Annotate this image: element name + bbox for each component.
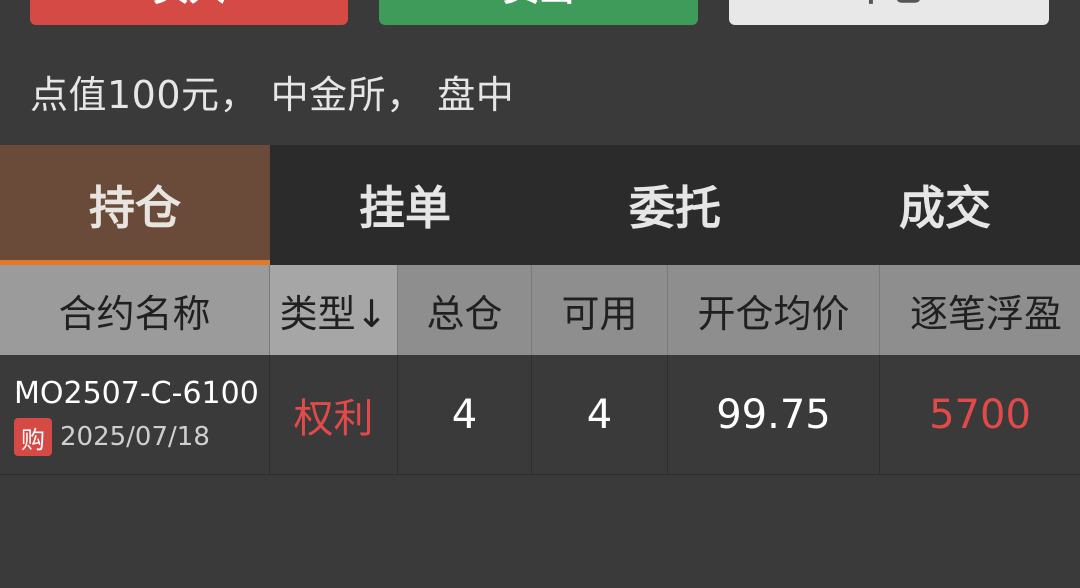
action-button-row: 买入 卖出 平仓 — [0, 0, 1080, 25]
positions-screen: 买入 卖出 平仓 点值100元， 中金所， 盘中 持仓 挂单 委托 成交 合约名… — [0, 0, 1080, 588]
sell-button-label: 卖出 — [502, 0, 574, 11]
header-type-sort[interactable]: 类型↓ — [270, 265, 398, 355]
header-available[interactable]: 可用 — [532, 265, 668, 355]
cell-pnl: 5700 — [929, 392, 1031, 438]
contract-meta: 购 2025/07/18 — [14, 418, 210, 456]
contract-code: MO2507-C-6100 — [14, 376, 259, 411]
cell-avg-price: 99.75 — [668, 355, 880, 475]
cell-contract: MO2507-C-6100 购 2025/07/18 — [0, 355, 270, 475]
header-contract-name[interactable]: 合约名称 — [0, 265, 270, 355]
buy-button[interactable]: 买入 — [30, 0, 348, 25]
call-badge: 购 — [14, 418, 52, 456]
cell-type: 权利 — [270, 355, 398, 475]
expiry-date: 2025/07/18 — [60, 422, 210, 452]
header-avg-open-price[interactable]: 开仓均价 — [668, 265, 880, 355]
header-floating-pnl[interactable]: 逐笔浮盈 — [880, 265, 1080, 355]
buy-button-label: 买入 — [153, 0, 225, 11]
tab-positions[interactable]: 持仓 — [0, 145, 270, 265]
tab-bar: 持仓 挂单 委托 成交 — [0, 145, 1080, 265]
cell-total: 4 — [398, 355, 532, 475]
table-header: 合约名称 类型↓ 总仓 可用 开仓均价 逐笔浮盈 — [0, 265, 1080, 355]
tab-pending-orders[interactable]: 挂单 — [270, 145, 540, 265]
table-row[interactable]: MO2507-C-6100 购 2025/07/18 权利 4 4 99.75 … — [0, 355, 1080, 475]
tab-orders[interactable]: 委托 — [540, 145, 810, 265]
cell-available: 4 — [532, 355, 668, 475]
tab-trades[interactable]: 成交 — [810, 145, 1080, 265]
header-total-position[interactable]: 总仓 — [398, 265, 532, 355]
close-position-button-label: 平仓 — [853, 0, 925, 11]
close-position-button[interactable]: 平仓 — [729, 0, 1049, 25]
contract-info-line: 点值100元， 中金所， 盘中 — [30, 73, 515, 117]
sell-button[interactable]: 卖出 — [379, 0, 698, 25]
